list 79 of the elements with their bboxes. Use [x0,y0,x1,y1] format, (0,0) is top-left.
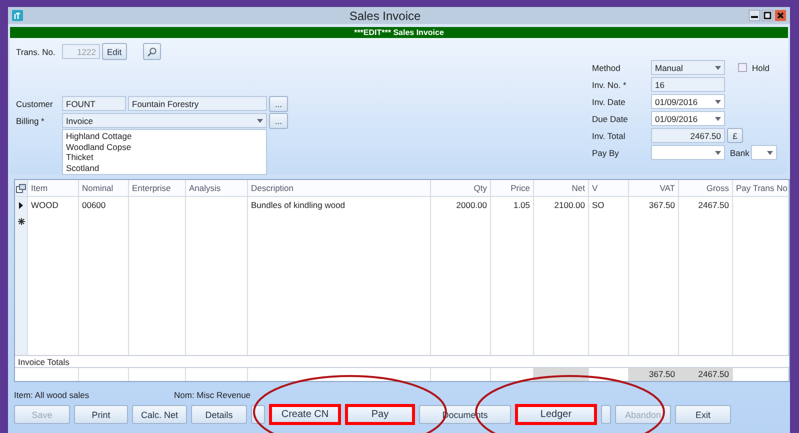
field-label: Inv. Total [592,130,626,140]
customer-code-field[interactable]: FOUNT [62,96,126,111]
field-label: Inv. Date [592,96,626,106]
table-cell: 2100.00 [554,200,585,210]
field-label: Inv. No. * [592,80,628,90]
status-banner: ***EDIT*** Sales Invoice [10,27,788,38]
totals-label: Invoice Totals [18,357,70,367]
action-button[interactable]: Ledger [515,404,597,425]
address-line: Highland Cottage [66,131,133,142]
table-cell: 2000.00 [456,200,487,210]
action-button[interactable]: Pay [345,404,415,425]
dropdown-arrow-icon[interactable] [257,118,263,122]
dropdown-arrow-icon[interactable] [715,100,721,104]
currency-button[interactable]: £ [727,128,743,143]
column-header[interactable]: Analysis [186,180,248,197]
dropdown-arrow-icon[interactable] [767,150,774,154]
search-icon [146,46,157,56]
table-cell: 1.05 [513,200,530,210]
field-label: Pay By [592,148,620,158]
customer-name-field[interactable]: Fountain Forestry [128,96,267,111]
close-icon[interactable] [775,10,786,21]
table-cell: 00600 [82,200,106,210]
invoice-total-field: 2467.50 [651,128,725,143]
field-label: Customer [16,98,54,108]
browse-button[interactable]: ... [269,96,288,112]
table-cell: Bundles of kindling wood [251,200,346,210]
total-vat-cell: 367.50 [629,368,679,381]
field-label: Bank [730,148,750,158]
column-header[interactable]: Pay Trans No [733,180,789,197]
column-header[interactable]: Description [248,180,431,197]
invoice-number-field[interactable]: 16 [651,77,725,92]
field-label: Due Date [592,114,629,124]
action-button[interactable]: Details [191,405,247,424]
maximize-icon[interactable] [762,10,773,21]
dropdown-field[interactable]: Invoice [62,113,267,128]
hold-checkbox[interactable] [738,63,747,72]
address-box[interactable]: Highland Cottage Woodland Copse Thicket Scotland [62,129,267,175]
column-header[interactable]: VAT [629,180,679,197]
new-row-icon [18,218,24,224]
dropdown-field[interactable] [651,145,725,160]
dropdown-arrow-icon[interactable] [715,150,721,154]
column-header[interactable]: Nominal [79,180,129,197]
action-button[interactable]: Exit [675,405,731,424]
dropdown-arrow-icon[interactable] [715,116,721,120]
action-button[interactable]: Print [74,405,128,424]
field-label: Billing * [16,116,46,126]
window-title: Sales Invoice [348,8,422,22]
column-header[interactable]: Qty [431,180,491,197]
address-line: Woodland Copse [66,142,132,152]
dropdown-field[interactable]: 01/09/2016 [651,111,725,126]
column-header[interactable]: Enterprise [129,180,186,197]
table-cell: 2467.50 [698,200,729,210]
dropdown-field[interactable]: Manual [651,60,725,75]
nominal-info-text: Nom: Misc Revenue [174,390,251,400]
column-header[interactable]: Gross [679,180,733,197]
field-label: Method [592,62,622,72]
dropdown-field[interactable]: 01/09/2016 [651,94,725,109]
table-cell: 367.50 [649,200,675,210]
search-button[interactable] [142,43,161,60]
column-chooser-icon[interactable] [16,184,26,192]
minimize-icon[interactable] [749,10,760,21]
app-icon [12,10,23,21]
dropdown-arrow-icon[interactable] [715,66,721,70]
field-label: Trans. No. [16,46,56,56]
address-line: Scotland [66,162,100,173]
total-gross-cell: 2467.50 [679,368,733,381]
action-button[interactable]: Create CN [269,404,341,425]
column-header[interactable]: Net [534,180,589,197]
table-cell: WOOD [31,200,58,210]
column-header[interactable]: Price [491,180,534,197]
dropdown-field[interactable] [751,145,778,160]
checkbox-label: Hold [752,62,770,72]
column-header[interactable]: V [589,180,629,197]
browse-button[interactable]: ... [269,112,288,128]
item-info-text: Item: All wood sales [14,390,90,400]
address-line: Thicket [66,152,94,162]
action-button[interactable]: Calc. Net [132,405,187,424]
column-header[interactable]: Item [28,180,79,197]
table-cell: SO [592,200,604,210]
